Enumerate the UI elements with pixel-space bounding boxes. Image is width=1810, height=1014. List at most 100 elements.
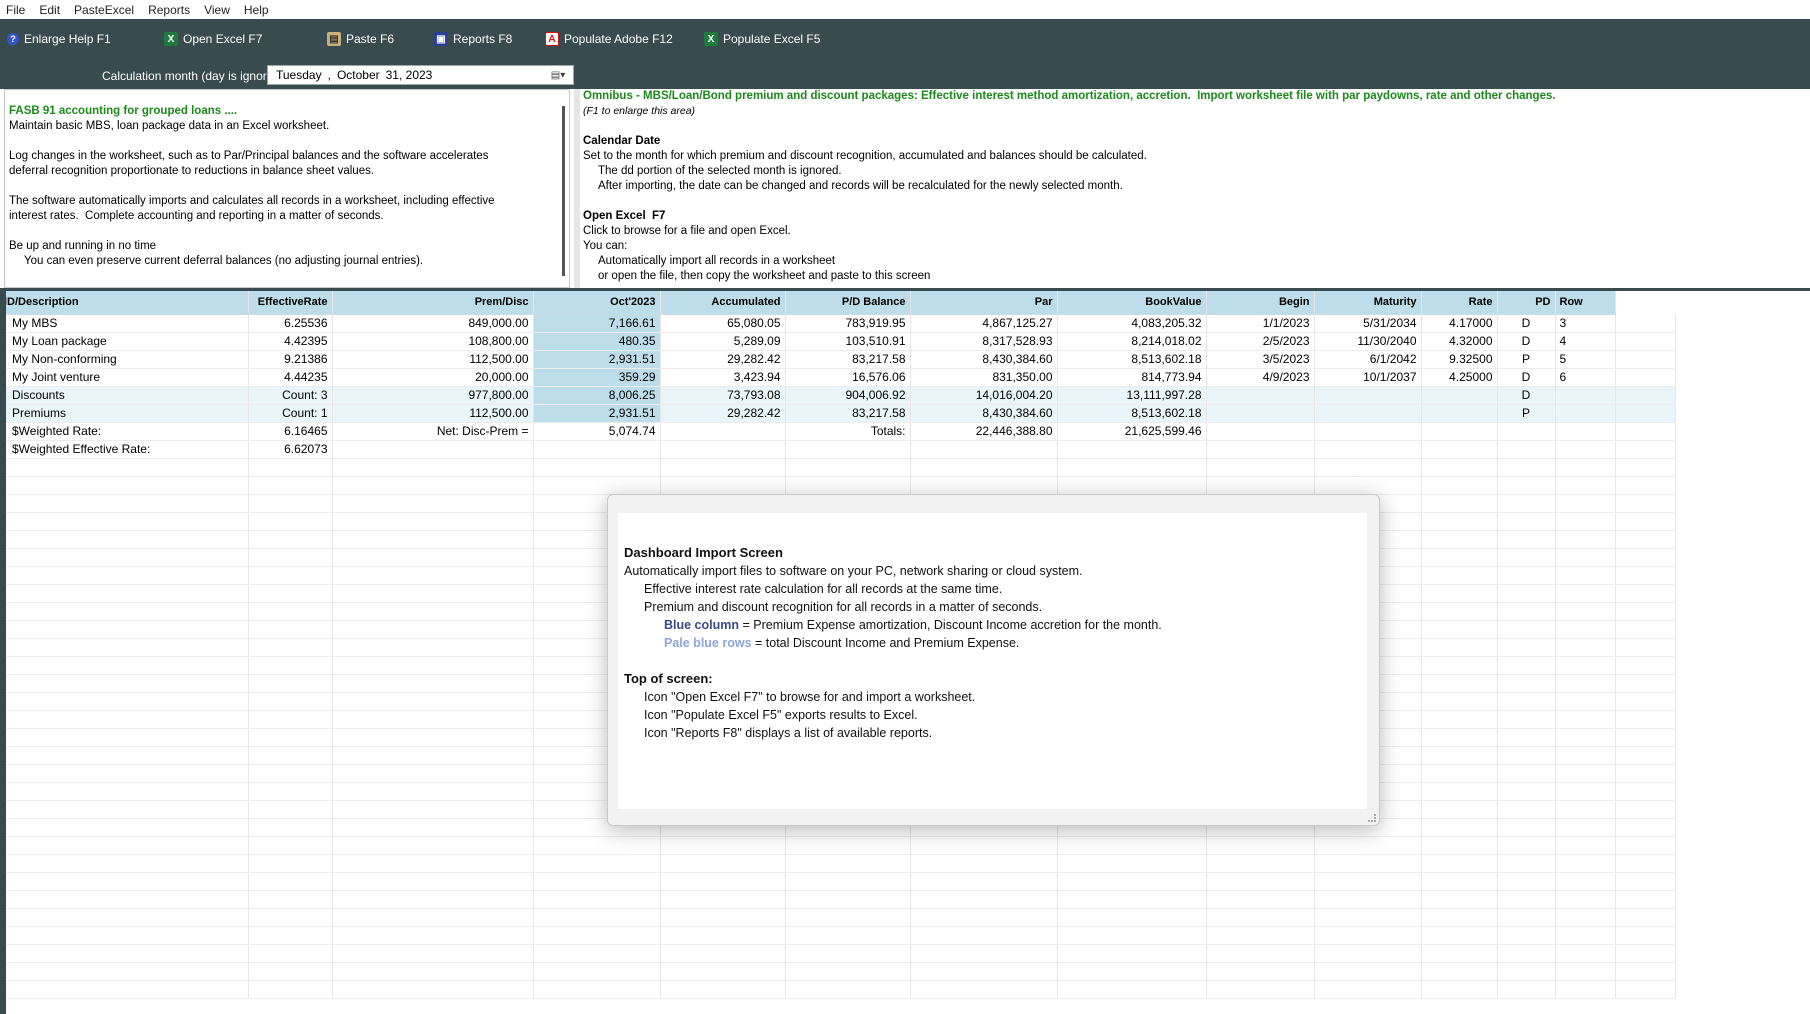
col-header-bookvalue[interactable]: BookValue <box>1057 291 1207 315</box>
cell-empty[interactable] <box>1497 890 1556 909</box>
cell-empty[interactable] <box>0 584 249 603</box>
cell-empty[interactable] <box>910 836 1058 855</box>
cell-empty[interactable] <box>1615 404 1676 423</box>
cell-empty[interactable] <box>1314 908 1422 927</box>
cell-empty[interactable] <box>248 638 333 657</box>
cell-empty[interactable] <box>1057 836 1207 855</box>
cell-empty[interactable] <box>1555 566 1616 585</box>
cell-empty[interactable] <box>0 764 249 783</box>
cell-empty[interactable] <box>1615 854 1676 873</box>
cell-empty[interactable] <box>0 530 249 549</box>
cell-empty[interactable] <box>1555 530 1616 549</box>
cell-empty[interactable] <box>1615 638 1676 657</box>
cell-empty[interactable] <box>1555 908 1616 927</box>
table-row[interactable]: My Loan package 4.42395 108,800.00 480.35 5,… <box>0 332 1676 351</box>
col-header-prem-disc[interactable]: Prem/Disc <box>332 291 534 315</box>
populate-excel-button[interactable]: X Populate Excel F5 <box>704 29 820 49</box>
cell-month[interactable]: 2,931.51 <box>533 404 661 423</box>
cell-empty[interactable] <box>248 746 333 765</box>
empty-row[interactable] <box>0 926 1676 945</box>
cell-pd-balance[interactable]: 904,006.92 <box>785 386 911 405</box>
cell-empty[interactable] <box>1615 314 1676 333</box>
empty-row[interactable] <box>0 854 1676 873</box>
cell-accumulated[interactable]: 65,080.05 <box>660 314 786 333</box>
cell-rate[interactable]: 9.32500 <box>1421 350 1498 369</box>
cell-empty[interactable] <box>1497 800 1556 819</box>
cell-id[interactable]: My Joint venture <box>0 368 249 387</box>
weighted-effective-rate-row[interactable]: $Weighted Effective Rate: 6.62073 <box>0 440 1676 459</box>
cell-empty[interactable] <box>1497 494 1556 513</box>
cell-empty[interactable] <box>1421 422 1498 441</box>
cell-empty[interactable] <box>1497 440 1556 459</box>
cell-empty[interactable] <box>1497 728 1556 747</box>
cell-empty[interactable] <box>1421 440 1498 459</box>
cell-empty[interactable] <box>1555 872 1616 891</box>
cell-par[interactable]: 8,317,528.93 <box>910 332 1058 351</box>
cell-empty[interactable] <box>332 728 534 747</box>
cell-empty[interactable] <box>1615 512 1676 531</box>
cell-empty[interactable] <box>1615 836 1676 855</box>
cell-empty[interactable] <box>1421 764 1498 783</box>
col-header-month[interactable]: Oct'2023 <box>533 291 661 315</box>
cell-empty[interactable] <box>533 872 661 891</box>
cell-maturity[interactable]: 6/1/2042 <box>1314 350 1422 369</box>
cell-empty[interactable] <box>248 656 333 675</box>
cell-empty[interactable] <box>910 872 1058 891</box>
cell-empty[interactable] <box>1615 890 1676 909</box>
dashboard-import-popup[interactable]: Dashboard Import Screen Automatically im… <box>607 494 1380 826</box>
cell-empty[interactable] <box>248 782 333 801</box>
cell-empty[interactable] <box>0 980 249 999</box>
cell-empty[interactable] <box>660 962 786 981</box>
col-header-maturity[interactable]: Maturity <box>1314 291 1422 315</box>
cell-empty[interactable] <box>332 908 534 927</box>
cell-empty[interactable] <box>1497 458 1556 477</box>
cell-empty[interactable] <box>332 944 534 963</box>
cell-empty[interactable] <box>248 854 333 873</box>
cell-empty[interactable] <box>533 476 661 495</box>
cell-empty[interactable] <box>248 872 333 891</box>
cell-empty[interactable] <box>1555 638 1616 657</box>
cell-empty[interactable] <box>332 620 534 639</box>
calculation-month-picker[interactable]: Tuesday , October 31, 2023 ▤▾ <box>267 65 574 85</box>
cell-empty[interactable] <box>910 890 1058 909</box>
cell-empty[interactable] <box>1497 782 1556 801</box>
cell-empty[interactable] <box>1615 656 1676 675</box>
cell-empty[interactable] <box>332 638 534 657</box>
cell-empty[interactable] <box>332 980 534 999</box>
cell-empty[interactable] <box>1421 494 1498 513</box>
cell-empty[interactable] <box>660 944 786 963</box>
cell-empty[interactable] <box>1421 908 1498 927</box>
cell-empty[interactable] <box>1421 728 1498 747</box>
cell-empty[interactable] <box>332 584 534 603</box>
cell-begin[interactable]: 3/5/2023 <box>1206 350 1315 369</box>
cell-empty[interactable] <box>0 674 249 693</box>
cell-empty[interactable] <box>332 710 534 729</box>
cell-empty[interactable] <box>1057 944 1207 963</box>
reports-button[interactable]: ▣ Reports F8 <box>434 29 512 49</box>
cell-empty[interactable] <box>1421 674 1498 693</box>
cell-maturity[interactable] <box>1314 386 1422 405</box>
cell-empty[interactable] <box>1555 764 1616 783</box>
cell-empty[interactable] <box>1615 332 1676 351</box>
cell-empty[interactable] <box>0 602 249 621</box>
cell-effective-rate[interactable]: 4.44235 <box>248 368 333 387</box>
cell-empty[interactable] <box>1421 530 1498 549</box>
cell-empty[interactable] <box>1057 458 1207 477</box>
cell-empty[interactable] <box>0 782 249 801</box>
cell-empty[interactable] <box>332 854 534 873</box>
cell-row[interactable] <box>1555 404 1616 423</box>
cell-month[interactable]: 480.35 <box>533 332 661 351</box>
cell-empty[interactable] <box>1497 512 1556 531</box>
cell-empty[interactable] <box>248 692 333 711</box>
cell-empty[interactable] <box>248 584 333 603</box>
cell-empty[interactable] <box>1421 962 1498 981</box>
cell-accumulated[interactable]: 3,423.94 <box>660 368 786 387</box>
cell-empty[interactable] <box>660 458 786 477</box>
cell-empty[interactable] <box>1555 818 1616 837</box>
cell-empty[interactable] <box>785 476 911 495</box>
cell-empty[interactable] <box>0 728 249 747</box>
cell-empty[interactable] <box>533 980 661 999</box>
cell-id[interactable]: Premiums <box>0 404 249 423</box>
cell-empty[interactable] <box>248 476 333 495</box>
cell-month[interactable]: 8,006.25 <box>533 386 661 405</box>
